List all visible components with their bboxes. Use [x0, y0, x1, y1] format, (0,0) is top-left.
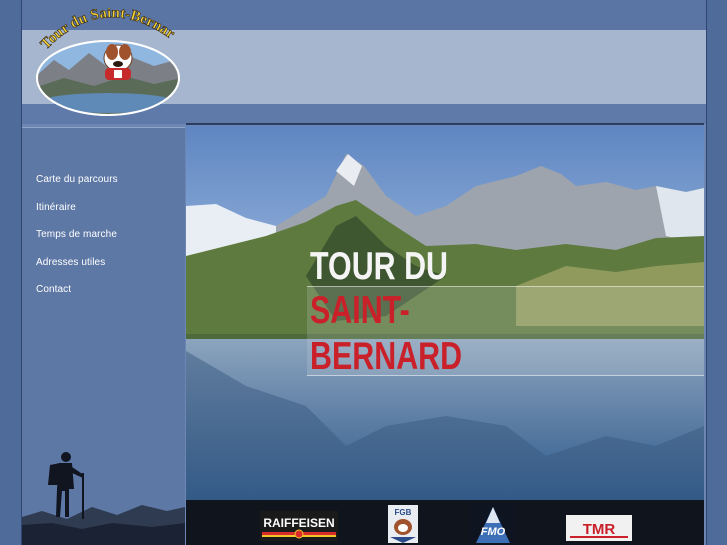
dog-icon — [103, 44, 133, 80]
fgb-logo[interactable]: FGB — [382, 503, 424, 543]
svg-text:FGB: FGB — [395, 508, 412, 517]
nav-item-adresses-utiles[interactable]: Adresses utiles — [36, 257, 118, 285]
nav-link-label[interactable]: Adresses utiles — [36, 257, 105, 268]
tour-du-saint-bernard-logo[interactable]: Tour du Saint-Bernard — [34, 8, 182, 118]
hero-image: TOUR DU SAINT- BERNARD — [186, 126, 704, 500]
nav-item-temps-de-marche[interactable]: Temps de marche — [36, 229, 118, 257]
nav-link-label[interactable]: Carte du parcours — [36, 174, 118, 185]
sponsor-bar: RAIFFEISEN FGB FMO TMR — [186, 500, 704, 545]
sidebar-nav: Carte du parcours Itinéraire Temps de ma… — [36, 174, 118, 312]
hero-title-line-1: TOUR DU — [310, 245, 449, 288]
raiffeisen-logo[interactable]: RAIFFEISEN — [256, 503, 342, 543]
hiker-silhouette-image — [22, 452, 185, 545]
nav-item-contact[interactable]: Contact — [36, 284, 118, 312]
svg-text:RAIFFEISEN: RAIFFEISEN — [263, 516, 334, 530]
sidebar: Carte du parcours Itinéraire Temps de ma… — [22, 127, 185, 545]
hero-title-line-3: BERNARD — [310, 335, 463, 378]
nav-link-label[interactable]: Itinéraire — [36, 202, 76, 213]
svg-text:TMR: TMR — [583, 521, 616, 538]
svg-text:FMO: FMO — [481, 526, 506, 538]
hero-title-line-2: SAINT- — [310, 289, 410, 332]
fmo-logo[interactable]: FMO — [468, 503, 518, 543]
content-divider — [186, 123, 704, 125]
nav-item-itineraire[interactable]: Itinéraire — [36, 202, 118, 230]
nav-item-carte-du-parcours[interactable]: Carte du parcours — [36, 174, 118, 202]
tmr-logo[interactable]: TMR — [564, 503, 634, 543]
nav-link-label[interactable]: Temps de marche — [36, 229, 117, 240]
nav-link-label[interactable]: Contact — [36, 284, 71, 295]
